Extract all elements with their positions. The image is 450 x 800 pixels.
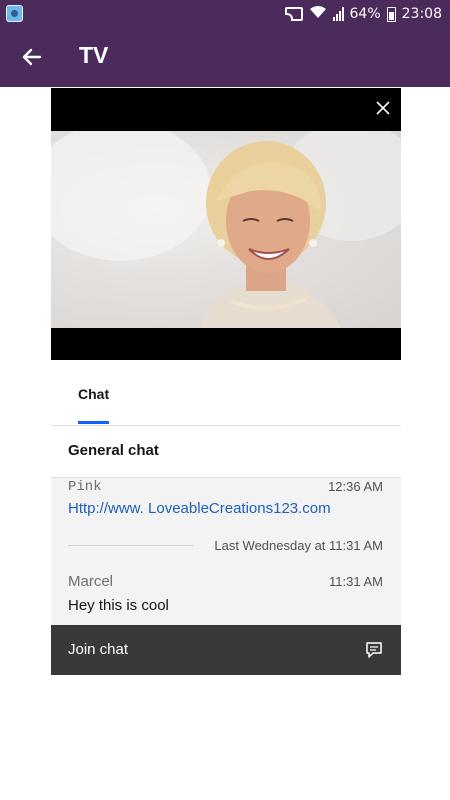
tab-active-indicator: [78, 421, 109, 424]
status-bar: 64% 23:08: [0, 0, 450, 27]
app-bar: TV: [0, 27, 450, 87]
signal-icon: [332, 7, 344, 21]
battery-icon: [386, 6, 396, 22]
join-chat-button[interactable]: Join chat: [51, 625, 401, 675]
chat-header: General chat: [51, 426, 401, 478]
date-separator: Last Wednesday at 11:31 AM: [214, 538, 383, 553]
message-author: Pink: [68, 479, 102, 495]
clock: 23:08: [401, 6, 442, 22]
screen-cast-icon: [284, 7, 303, 21]
status-indicators: 64% 23:08: [284, 4, 442, 24]
chat-bubble-icon: [365, 641, 383, 659]
message-link[interactable]: Http://www. LoveableCreations123.com: [68, 500, 331, 517]
back-arrow-icon[interactable]: [18, 43, 46, 71]
date-separator-line: [68, 545, 193, 546]
chat-title: General chat: [68, 442, 159, 459]
close-icon[interactable]: [375, 100, 391, 116]
message-text: Http://www. LoveableCreations123.com: [68, 500, 331, 517]
video-player[interactable]: [51, 88, 401, 360]
battery-percent: 64%: [349, 6, 381, 22]
message-text: Hey this is cool: [68, 597, 169, 614]
tab-chat[interactable]: Chat: [78, 386, 109, 402]
message-author: Marcel: [68, 573, 114, 590]
wifi-icon: [309, 5, 327, 23]
message-time: 12:36 AM: [328, 479, 383, 494]
message-list[interactable]: Pink 12:36 AM Http://www. LoveableCreati…: [51, 478, 401, 625]
message-time: 11:31 AM: [329, 574, 383, 589]
app-notification-icon: [6, 5, 23, 22]
page-title: TV: [79, 42, 109, 68]
join-chat-label: Join chat: [68, 641, 129, 658]
video-frame[interactable]: [51, 131, 401, 328]
